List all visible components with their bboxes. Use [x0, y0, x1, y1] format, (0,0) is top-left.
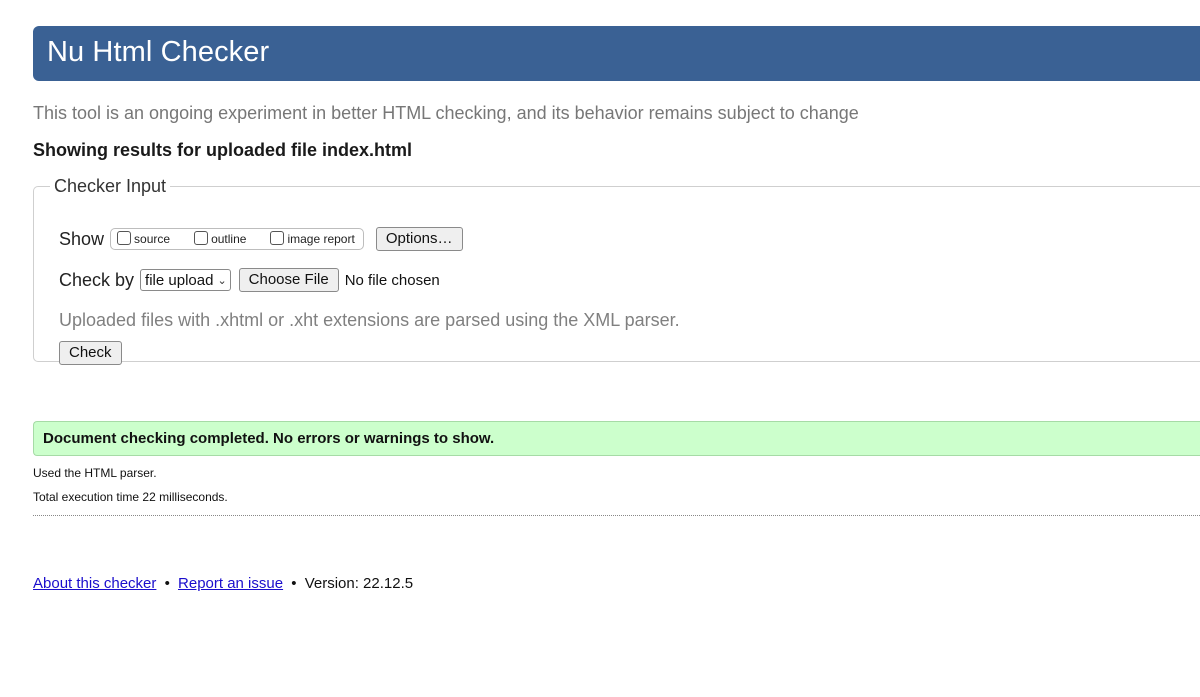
footer-separator: •	[164, 575, 170, 592]
page-title: Nu Html Checker	[47, 36, 270, 68]
results-heading: Showing results for uploaded file index.…	[33, 140, 413, 160]
dotted-divider	[33, 515, 1200, 516]
show-options-group: source outline image report	[110, 228, 364, 250]
footer: About this checker • Report an issue • V…	[33, 575, 413, 592]
chevron-down-icon: ⌄	[217, 274, 227, 287]
source-checkbox[interactable]	[117, 231, 132, 245]
check-by-select[interactable]: file upload ⌄	[140, 269, 231, 291]
show-label: Show	[59, 228, 105, 249]
options-button[interactable]: Options…	[375, 227, 463, 251]
page-header: Nu Html Checker	[33, 26, 1200, 81]
version-text: Version: 22.12.5	[304, 575, 414, 592]
show-row: Show source outline image report Options…	[59, 227, 463, 251]
execution-time-text: Total execution time 22 milliseconds.	[33, 490, 228, 504]
image-report-checkbox-label[interactable]: image report	[287, 232, 354, 246]
source-checkbox-label[interactable]: source	[134, 232, 170, 246]
tagline: This tool is an ongoing experiment in be…	[33, 103, 859, 123]
check-by-label: Check by	[59, 269, 135, 290]
footer-separator: •	[291, 575, 297, 592]
check-by-row: Check by file upload ⌄ Choose File No fi…	[59, 268, 440, 292]
outline-checkbox[interactable]	[194, 231, 209, 245]
check-by-selected-value: file upload	[145, 271, 214, 289]
success-message-box: Document checking completed. No errors o…	[33, 421, 1200, 456]
checker-input-legend: Checker Input	[54, 176, 167, 196]
parser-note: Uploaded files with .xhtml or .xht exten…	[59, 310, 680, 330]
about-checker-link[interactable]: About this checker	[33, 575, 156, 592]
report-issue-link[interactable]: Report an issue	[178, 575, 283, 592]
success-message: Document checking completed. No errors o…	[43, 430, 495, 447]
parser-used-text: Used the HTML parser.	[33, 466, 157, 480]
no-file-chosen-text: No file chosen	[344, 271, 440, 289]
choose-file-button[interactable]: Choose File	[238, 268, 339, 292]
image-report-checkbox[interactable]	[270, 231, 285, 245]
checker-input-fieldset: Checker Input Show source outline image …	[33, 176, 1200, 365]
outline-checkbox-label[interactable]: outline	[211, 232, 246, 246]
check-button[interactable]: Check	[59, 341, 122, 365]
